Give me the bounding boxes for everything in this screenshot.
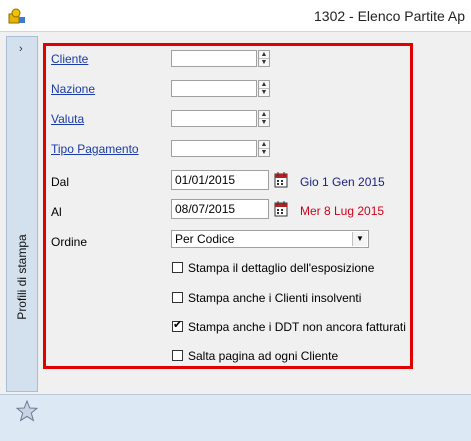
checkbox-salta-pagina[interactable]: Salta pagina ad ogni Cliente <box>172 348 338 363</box>
expand-chevron-icon[interactable]: › <box>19 43 23 55</box>
app-icon <box>8 8 25 24</box>
checkbox-box[interactable]: ✔ <box>172 319 183 333</box>
checkbox-clienti-insolventi[interactable]: Stampa anche i Clienti insolventi <box>172 290 361 305</box>
tipo-pagamento-spinner[interactable]: ▲ ▼ <box>258 140 270 157</box>
nazione-input[interactable] <box>171 80 257 97</box>
ordine-select[interactable]: Per Codice ▼ <box>171 230 369 248</box>
star-icon[interactable] <box>16 400 38 422</box>
nazione-link[interactable]: Nazione <box>51 82 95 96</box>
cliente-spinner[interactable]: ▲ ▼ <box>258 50 270 67</box>
checkbox-box[interactable] <box>172 292 183 304</box>
valuta-input[interactable] <box>171 110 257 127</box>
calendar-icon[interactable] <box>274 201 288 217</box>
bottom-toolbar <box>0 395 471 441</box>
al-date-input[interactable]: 08/07/2015 <box>171 199 269 219</box>
valuta-link[interactable]: Valuta <box>51 112 84 126</box>
checkbox-ddt-non-fatturati[interactable]: ✔ Stampa anche i DDT non ancora fatturati <box>172 319 406 334</box>
al-date-text: Mer 8 Lug 2015 <box>300 204 385 218</box>
dropdown-arrow-icon[interactable]: ▼ <box>352 232 367 246</box>
tipo-pagamento-input[interactable] <box>171 140 257 157</box>
calendar-icon[interactable] <box>274 172 288 188</box>
checkbox-box[interactable] <box>172 350 183 362</box>
print-profiles-label: Profili di stampa <box>15 234 29 320</box>
dal-date-text: Gio 1 Gen 2015 <box>300 175 385 189</box>
checkbox-dettaglio-esposizione[interactable]: Stampa il dettaglio dell'esposizione <box>172 260 374 275</box>
dal-label: Dal <box>51 175 70 189</box>
checkbox-box[interactable] <box>172 262 183 274</box>
ordine-selected-value: Per Codice <box>175 232 235 246</box>
dal-date-input[interactable]: 01/01/2015 <box>171 170 269 190</box>
tipo-pagamento-link[interactable]: Tipo Pagamento <box>51 142 139 156</box>
al-label: Al <box>51 205 62 219</box>
nazione-spinner[interactable]: ▲ ▼ <box>258 80 270 97</box>
window-title: 1302 - Elenco Partite Ap <box>314 8 465 24</box>
print-profiles-panel[interactable]: › Profili di stampa <box>6 36 38 392</box>
title-bar: 1302 - Elenco Partite Ap <box>0 0 471 32</box>
cliente-input[interactable] <box>171 50 257 67</box>
valuta-spinner[interactable]: ▲ ▼ <box>258 110 270 127</box>
ordine-label: Ordine <box>51 235 88 249</box>
cliente-link[interactable]: Cliente <box>51 52 88 66</box>
